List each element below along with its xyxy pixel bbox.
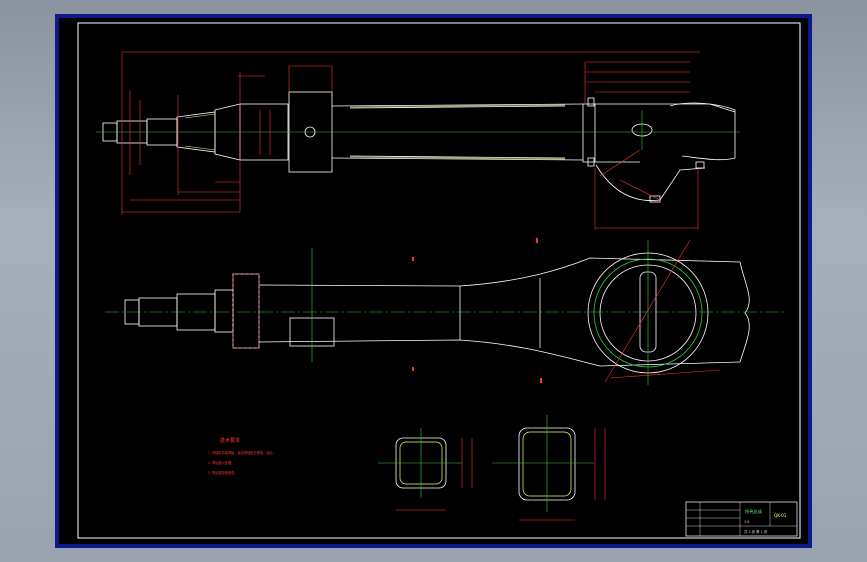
notes-line-2: 2. 焊后退火处理。 [208, 460, 234, 465]
title-block-name: 桥壳总成 [745, 508, 762, 515]
drawing-canvas[interactable]: 技术要求 1. 焊接前清除焊缝，保证焊接处无锈蚀、油污。 2. 焊后退火处理。 … [0, 0, 867, 562]
title-block-sheet: 共 1 张 第 1 张 [744, 529, 768, 534]
notes-line-3: 3. 焊后做探伤检查。 [208, 470, 238, 475]
title-block-scale: 1:5 [744, 520, 749, 524]
notes-line-1: 1. 焊接前清除焊缝，保证焊接处无锈蚀、油污。 [208, 450, 276, 455]
notes-title: 技术要求 [220, 437, 240, 444]
title-block-drawing-no: QK-01 [774, 513, 787, 518]
cad-viewport[interactable]: 技术要求 1. 焊接前清除焊缝，保证焊接处无锈蚀、油污。 2. 焊后退火处理。 … [0, 0, 867, 562]
sheet-background [59, 18, 808, 544]
